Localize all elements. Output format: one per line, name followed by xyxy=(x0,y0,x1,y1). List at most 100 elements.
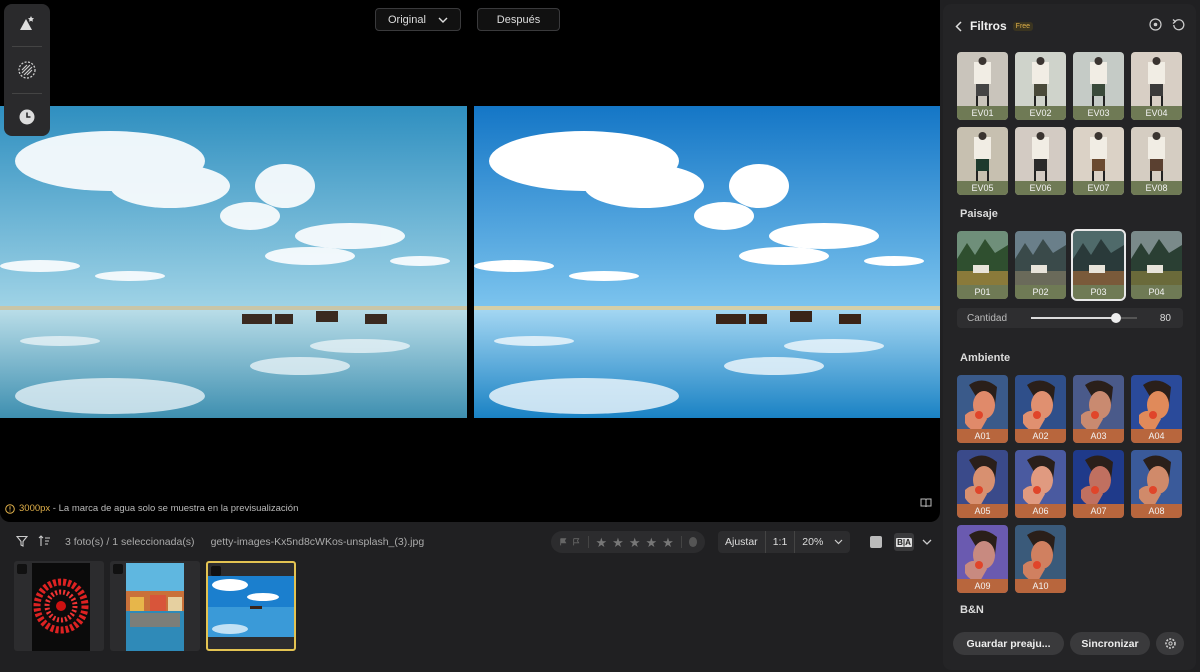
target-icon[interactable] xyxy=(1149,18,1162,31)
filter-tile-label: P04 xyxy=(1131,285,1182,299)
chevron-down-icon[interactable] xyxy=(922,539,932,545)
filter-button[interactable] xyxy=(15,535,29,550)
filter-tile-a05[interactable]: A05 xyxy=(957,450,1008,518)
filter-tile-ev04[interactable]: EV04 xyxy=(1131,52,1182,120)
history-icon xyxy=(19,109,35,125)
history-tool-button[interactable] xyxy=(12,102,42,132)
filter-tile-p01[interactable]: P01 xyxy=(957,231,1008,299)
header-actions xyxy=(1149,18,1185,31)
divider xyxy=(587,536,589,548)
amount-label: Cantidad xyxy=(967,312,1008,324)
filter-tile-ev07[interactable]: EV07 xyxy=(1073,127,1124,195)
star-3-icon[interactable]: ★ xyxy=(629,536,641,549)
color-label-dot[interactable] xyxy=(688,537,697,547)
sort-icon xyxy=(38,534,50,546)
sort-button[interactable] xyxy=(38,534,51,550)
watermark-text: - La marca de agua solo se muestra en la… xyxy=(50,503,299,514)
texture-icon xyxy=(18,61,36,79)
reset-icon[interactable] xyxy=(1172,18,1185,31)
bn-heading: B&N xyxy=(960,604,984,616)
filter-tile-label: A03 xyxy=(1073,429,1124,443)
filter-tile-a02[interactable]: A02 xyxy=(1015,375,1066,443)
paisaje-filter-grid: P01 P02 P03 P04 xyxy=(957,229,1182,301)
before-after-label: B|A xyxy=(896,537,912,547)
panel-footer: Guardar preaju... Sincronizar xyxy=(953,632,1184,655)
filter-tile-a03[interactable]: A03 xyxy=(1073,375,1124,443)
original-label: Original xyxy=(388,13,426,26)
filter-tile-ev05[interactable]: EV05 xyxy=(957,127,1008,195)
filter-tile-a07[interactable]: A07 xyxy=(1073,450,1124,518)
filter-tile-a09[interactable]: A09 xyxy=(957,525,1008,593)
filter-tile-label: P02 xyxy=(1015,285,1066,299)
rating-bar: ★ ★ ★ ★ ★ xyxy=(551,531,705,553)
chevron-down-icon xyxy=(834,539,843,545)
sync-settings-button[interactable] xyxy=(1156,632,1184,655)
filter-tile-ev03[interactable]: EV03 xyxy=(1073,52,1124,120)
filter-tile-a06[interactable]: A06 xyxy=(1015,450,1066,518)
chevron-down-icon xyxy=(438,17,448,23)
star-5-icon[interactable]: ★ xyxy=(662,536,674,549)
filter-tile-label: A10 xyxy=(1015,579,1066,593)
filter-tile-label: P01 xyxy=(957,285,1008,299)
filter-tile-label: A08 xyxy=(1131,504,1182,518)
filter-tile-ev08[interactable]: EV08 xyxy=(1131,127,1182,195)
texture-tool-button[interactable] xyxy=(12,55,42,85)
filter-tile-p02[interactable]: P02 xyxy=(1015,231,1066,299)
filter-tile-label: EV08 xyxy=(1131,181,1182,195)
filter-tile-a04[interactable]: A04 xyxy=(1131,375,1182,443)
book-icon xyxy=(920,498,932,508)
photo-count: 3 foto(s) / 1 seleccionada(s) xyxy=(65,536,195,548)
original-image xyxy=(0,106,467,418)
filter-tile-a10[interactable]: A10 xyxy=(1015,525,1066,593)
filmstrip-thumb[interactable] xyxy=(14,561,104,651)
fit-button[interactable]: Ajustar xyxy=(718,531,766,553)
shapes-tool-button[interactable] xyxy=(12,8,42,38)
ambiente-heading: Ambiente xyxy=(960,352,1011,364)
zoom-value: 20% xyxy=(802,536,824,548)
back-chevron-icon[interactable] xyxy=(955,20,962,32)
panel-header: Filtros Free xyxy=(955,16,1185,36)
filter-tile-label: EV04 xyxy=(1131,106,1182,120)
filter-tile-ev06[interactable]: EV06 xyxy=(1015,127,1066,195)
filter-tile-label: EV06 xyxy=(1015,181,1066,195)
reject-flag-icon[interactable] xyxy=(572,537,580,547)
filter-tile-label: EV05 xyxy=(957,181,1008,195)
compare-mode-button[interactable] xyxy=(920,495,932,513)
single-view-button[interactable] xyxy=(870,536,882,548)
filter-tile-a08[interactable]: A08 xyxy=(1131,450,1182,518)
amount-slider-fill xyxy=(1031,317,1116,319)
filter-tile-ev01[interactable]: EV01 xyxy=(957,52,1008,120)
filter-tile-label: A02 xyxy=(1015,429,1066,443)
resolution-value: 3000px xyxy=(19,503,51,514)
after-view-button[interactable]: Después xyxy=(477,8,560,31)
star-2-icon[interactable]: ★ xyxy=(612,536,624,549)
tool-palette xyxy=(4,4,50,136)
zoom-select[interactable]: 20% xyxy=(795,531,850,553)
star-4-icon[interactable]: ★ xyxy=(645,536,657,549)
filter-tile-p04[interactable]: P04 xyxy=(1131,231,1182,299)
filter-tile-ev02[interactable]: EV02 xyxy=(1015,52,1066,120)
sync-button[interactable]: Sincronizar xyxy=(1070,632,1150,655)
original-view-select[interactable]: Original xyxy=(375,8,461,31)
save-preset-button[interactable]: Guardar preaju... xyxy=(953,632,1064,655)
star-1-icon[interactable]: ★ xyxy=(596,536,608,549)
filmstrip-thumb[interactable] xyxy=(110,561,200,651)
divider xyxy=(12,46,42,47)
image-viewer: Original Después 3000px - La marca de ag… xyxy=(0,0,940,522)
amount-slider-knob[interactable] xyxy=(1110,313,1121,323)
filmstrip-thumb-selected[interactable] xyxy=(206,561,296,651)
ev-filter-grid: EV01 EV02 EV03 EV04 EV05 EV06 EV07 EV08 xyxy=(957,52,1182,195)
flag-icon[interactable] xyxy=(559,537,567,547)
filmstrip xyxy=(0,558,940,672)
filter-icon xyxy=(15,535,29,547)
app-window: Original Después 3000px - La marca de ag… xyxy=(0,0,1200,672)
watermark-note: 3000px - La marca de agua solo se muestr… xyxy=(5,503,298,514)
amount-slider[interactable] xyxy=(1031,313,1137,323)
ratio-button[interactable]: 1:1 xyxy=(766,531,796,553)
filter-tile-a01[interactable]: A01 xyxy=(957,375,1008,443)
filter-tile-p03[interactable]: P03 xyxy=(1071,229,1126,301)
gear-icon xyxy=(1164,638,1176,649)
divider xyxy=(680,536,682,548)
before-after-button[interactable]: B|A xyxy=(894,533,914,551)
filmstrip-toolbar: 3 foto(s) / 1 seleccionada(s) getty-imag… xyxy=(0,528,940,556)
